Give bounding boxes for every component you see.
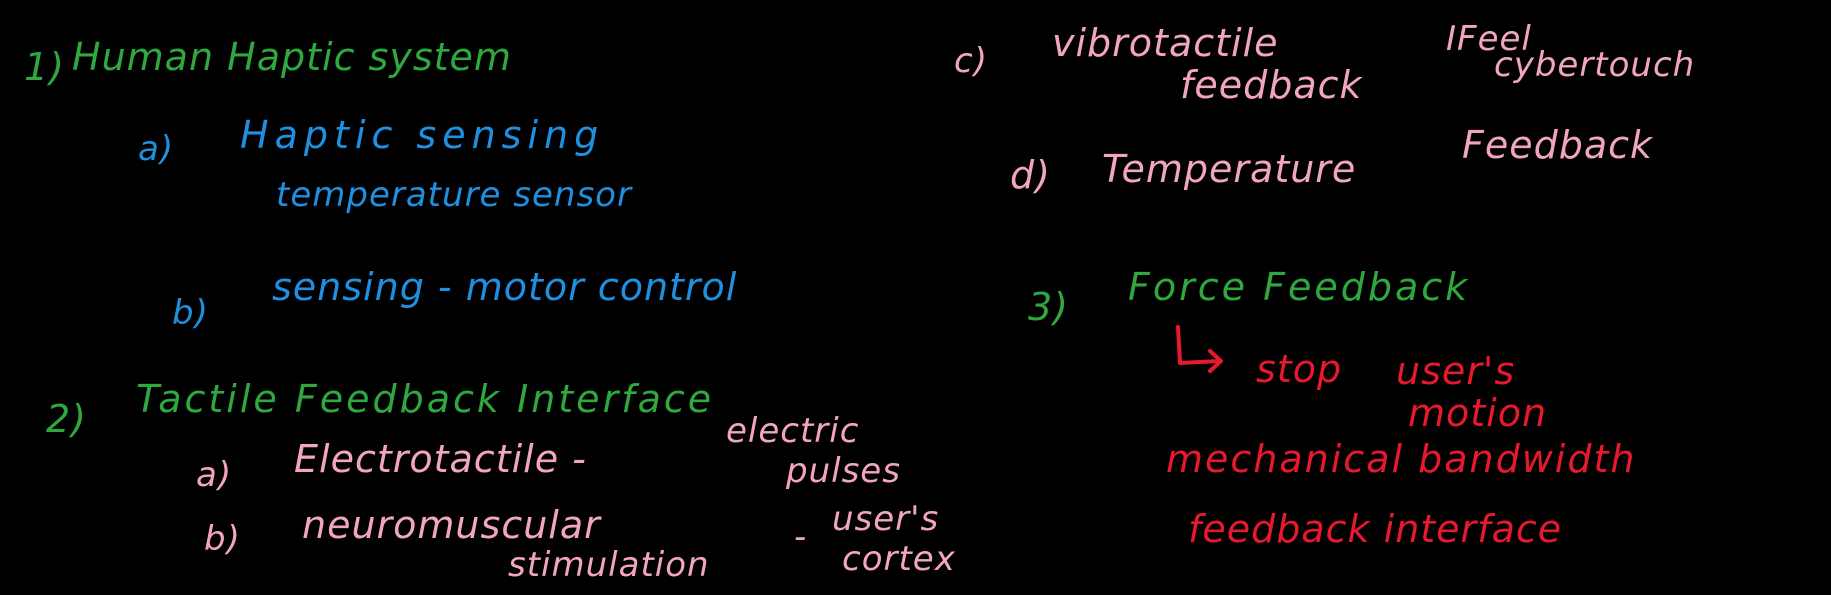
item-1a-text: Haptic sensing xyxy=(240,113,605,157)
item-2a-note-line1: electric xyxy=(726,411,860,451)
item-2b-marker: b) xyxy=(204,519,241,559)
return-arrow-icon xyxy=(1170,325,1230,377)
item-1b-marker: b) xyxy=(172,293,209,333)
item-2b-note-line2: cortex xyxy=(842,539,956,579)
item-2c-text: vibrotactile xyxy=(1052,21,1279,65)
section-2-number: 2) xyxy=(46,397,88,441)
item-2a-marker: a) xyxy=(196,455,233,495)
section-3-number: 3) xyxy=(1028,285,1070,329)
item-2a-note-line2: pulses xyxy=(786,451,901,491)
section-1-number: 1) xyxy=(24,45,66,89)
force-note-user: user's xyxy=(1396,349,1516,393)
item-2b-dash: - xyxy=(794,517,808,557)
item-2a-text: Electrotactile - xyxy=(294,437,587,481)
item-2d-text: Temperature xyxy=(1102,147,1357,191)
item-2c-subtext: feedback xyxy=(1180,63,1363,107)
force-note-motion: motion xyxy=(1408,391,1548,435)
item-2d-marker: d) xyxy=(1010,153,1051,197)
item-1a-subtext: temperature sensor xyxy=(276,175,632,215)
force-line-3: feedback interface xyxy=(1188,507,1563,551)
item-2b-subtext: stimulation xyxy=(508,545,710,585)
item-2c-note-line2: cybertouch xyxy=(1494,45,1696,85)
force-note-stop: stop xyxy=(1256,347,1343,391)
item-2c-marker: c) xyxy=(954,41,988,81)
item-2b-note-line1: user's xyxy=(832,499,940,539)
force-line-2: mechanical bandwidth xyxy=(1166,437,1637,481)
section-3-title: Force Feedback xyxy=(1128,265,1471,309)
section-2-title: Tactile Feedback Interface xyxy=(136,377,715,421)
item-2b-text: neuromuscular xyxy=(302,503,601,547)
item-1a-marker: a) xyxy=(138,129,175,169)
item-1b-text: sensing - motor control xyxy=(272,265,738,309)
item-2d-text-2: Feedback xyxy=(1462,123,1654,167)
section-1-title: Human Haptic system xyxy=(72,35,512,79)
